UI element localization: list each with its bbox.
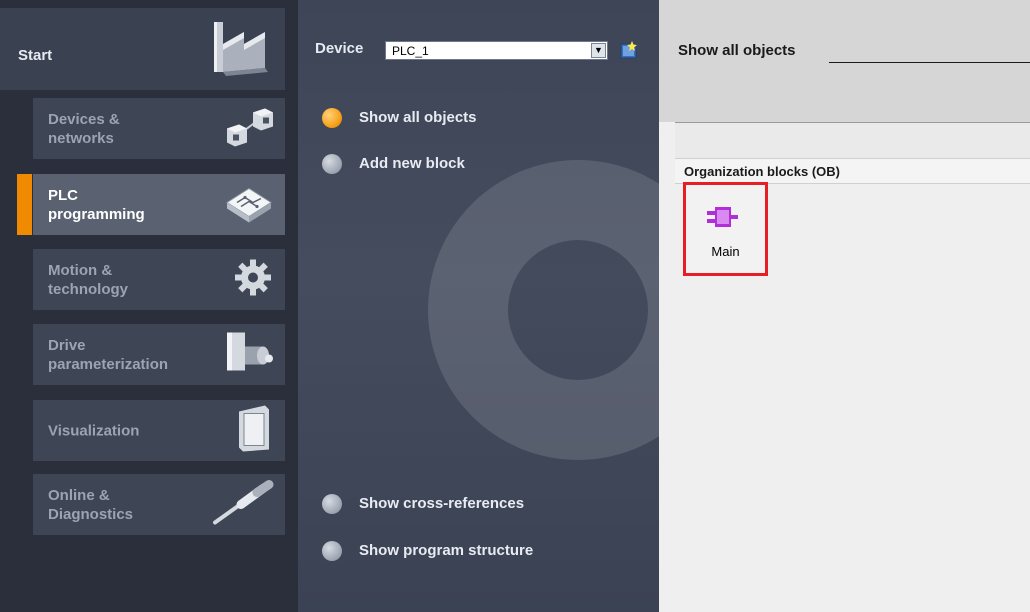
chevron-down-icon[interactable]: ▼ (591, 43, 606, 58)
add-device-icon[interactable] (620, 41, 638, 64)
nav-item-label: Drive parameterization (48, 336, 168, 374)
title-underline (829, 62, 1030, 63)
radio-icon (322, 154, 342, 174)
action-label: Add new block (359, 155, 465, 172)
nav-label-line1: Devices & (48, 110, 120, 128)
nav-item-label: PLC programming (48, 186, 145, 224)
device-label: Device (315, 40, 364, 57)
nav-item-devices-networks[interactable]: Devices & networks (33, 98, 285, 159)
objects-pane-header: Show all objects (659, 0, 1030, 122)
objects-pane-title: Show all objects (678, 42, 796, 59)
nav-item-visualization[interactable]: Visualization (33, 400, 285, 461)
active-indicator (17, 174, 32, 235)
portal-nav: Start Devices & networks PLC programming… (0, 0, 298, 612)
objects-pane: Show all objects Organization blocks (OB… (659, 0, 1030, 612)
action-label: Show all objects (359, 109, 477, 126)
nav-label-line2: parameterization (48, 355, 169, 373)
device-dropdown[interactable]: PLC_1 ▼ (385, 41, 608, 60)
factory-icon (210, 16, 272, 83)
nav-item-label: Motion & technology (48, 261, 128, 299)
nav-item-online-diagnostics[interactable]: Online & Diagnostics (33, 474, 285, 535)
hmi-panel-icon (235, 403, 275, 458)
drive-motor-icon (225, 328, 275, 381)
nav-label-line1: Drive (48, 336, 86, 354)
section-header-label: Organization blocks (OB) (684, 164, 841, 179)
portal-actions-panel: Device PLC_1 ▼ Show all objects Add new … (298, 0, 659, 612)
nav-label-line2: technology (48, 280, 129, 298)
gear-icon (231, 255, 275, 304)
radio-icon (322, 494, 342, 514)
block-name: Main (711, 244, 740, 259)
nav-label-line2: Diagnostics (48, 505, 134, 523)
block-tile-main[interactable]: Main (683, 182, 768, 276)
start-label: Start (18, 47, 53, 64)
action-label: Show cross-references (359, 495, 525, 512)
device-dropdown-value: PLC_1 (392, 44, 429, 58)
radio-icon (322, 541, 342, 561)
nav-label-line2: networks (48, 129, 114, 147)
start-nav-item[interactable]: Start (0, 8, 285, 90)
objects-toolbar (675, 123, 1030, 158)
nav-item-label: Visualization (48, 421, 139, 440)
nav-label-line2: programming (48, 205, 145, 223)
nav-label-line1: Motion & (48, 261, 113, 279)
nav-label-line1: Online & (48, 486, 110, 504)
nav-item-label: Online & Diagnostics (48, 486, 133, 524)
nav-item-plc-programming[interactable]: PLC programming (33, 174, 285, 235)
nav-label-line1: Visualization (48, 422, 140, 439)
nav-label-line1: PLC (48, 186, 78, 204)
selected-radio-icon (322, 108, 342, 128)
devices-networks-icon (225, 104, 275, 153)
nav-item-label: Devices & networks (48, 110, 120, 148)
organization-block-icon (705, 205, 739, 234)
screwdriver-icon (211, 478, 275, 531)
action-label: Show program structure (359, 542, 534, 559)
plc-programming-icon (223, 180, 275, 229)
nav-item-drive-parameterization[interactable]: Drive parameterization (33, 324, 285, 385)
organization-blocks-header: Organization blocks (OB) (675, 158, 1030, 184)
nav-item-motion-technology[interactable]: Motion & technology (33, 249, 285, 310)
